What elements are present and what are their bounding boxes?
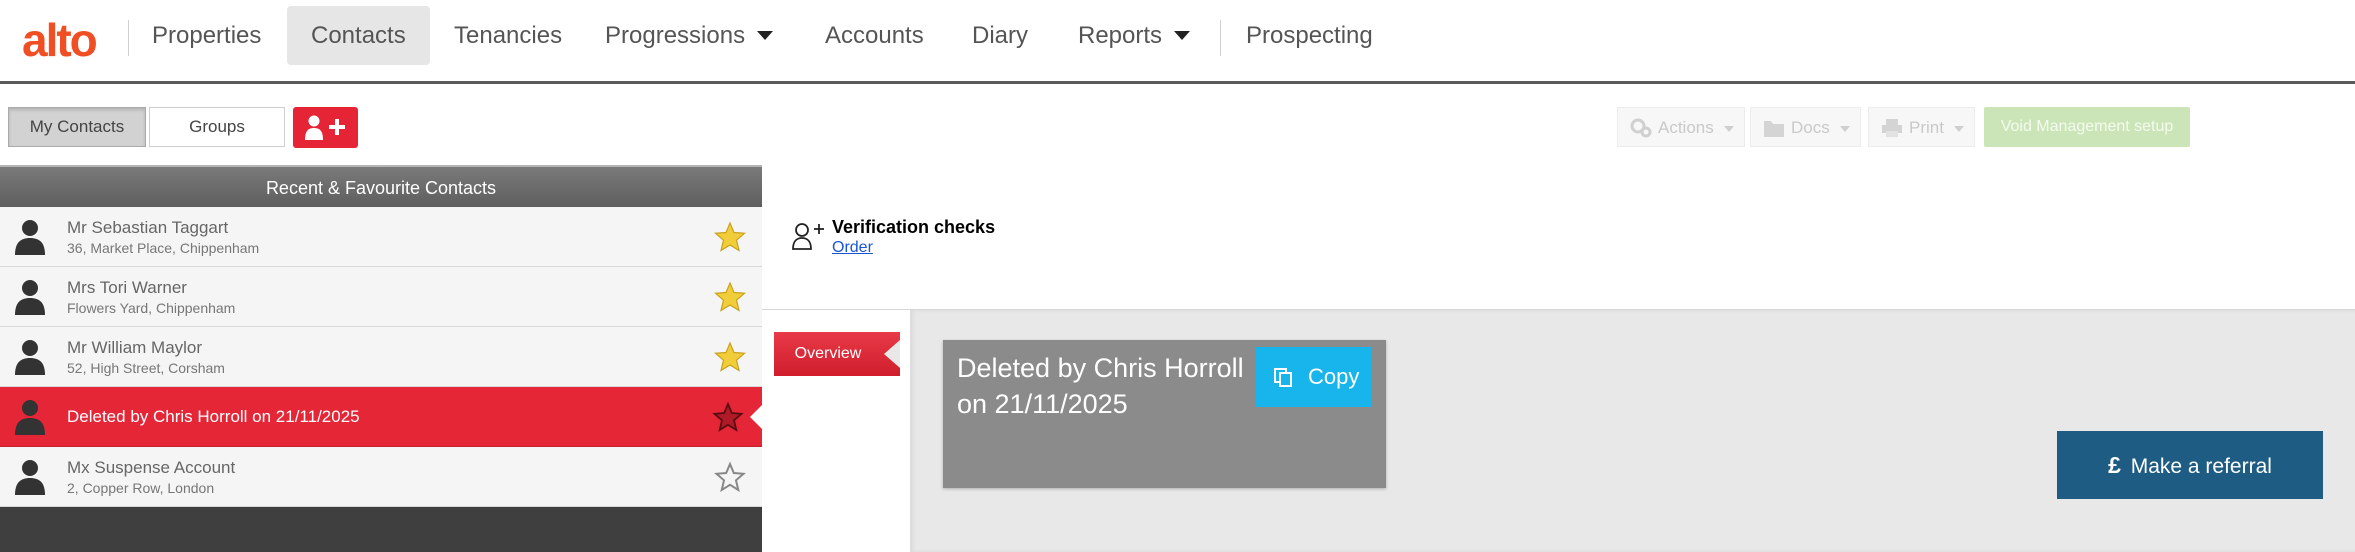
void-management-setup-button[interactable]: Void Management setup bbox=[1984, 107, 2190, 147]
caret-down-icon bbox=[1174, 30, 1191, 40]
panel-title: Recent & Favourite Contacts bbox=[0, 165, 762, 207]
star-outline-icon[interactable] bbox=[714, 461, 746, 493]
nav-item-accounts[interactable]: Accounts bbox=[801, 6, 948, 65]
contact-name: Mr William Maylor bbox=[67, 338, 203, 357]
copy-label: Copy bbox=[1308, 364, 1360, 389]
contact-name: Deleted by Chris Horroll on 21/11/2025 bbox=[67, 407, 360, 426]
add-user-icon bbox=[305, 115, 345, 140]
caret-down-icon bbox=[1953, 126, 1964, 132]
favourite-star-icon[interactable] bbox=[714, 221, 746, 253]
groups-button[interactable]: Groups bbox=[149, 107, 285, 147]
top-navigation: alto Properties Contacts Tenancies Progr… bbox=[0, 0, 2355, 84]
app-root: alto Properties Contacts Tenancies Progr… bbox=[0, 0, 2355, 552]
caret-down-icon bbox=[757, 30, 774, 40]
nav-item-contacts[interactable]: Contacts bbox=[287, 6, 430, 65]
make-referral-button[interactable]: £ Make a referral bbox=[2057, 431, 2323, 499]
nav-item-prospecting[interactable]: Prospecting bbox=[1222, 6, 1397, 65]
add-person-outline-icon bbox=[792, 223, 824, 250]
contact-row[interactable]: Mr William Maylor 52, High Street, Corsh… bbox=[0, 327, 762, 387]
person-icon bbox=[15, 280, 45, 315]
contact-name: Mr Sebastian Taggart bbox=[67, 218, 229, 237]
nav-item-label: Tenancies bbox=[454, 22, 563, 49]
nav-item-label: Properties bbox=[152, 22, 262, 49]
person-icon bbox=[15, 460, 45, 495]
docs-label: Docs bbox=[1791, 118, 1830, 137]
print-button[interactable]: Print bbox=[1868, 107, 1975, 147]
contact-name: Mx Suspense Account bbox=[67, 458, 236, 477]
overview-content: Deleted by Chris Horroll on 21/11/2025 C… bbox=[910, 310, 2355, 552]
verification-checks-section: Verification checks Order bbox=[762, 165, 2355, 310]
nav-item-reports[interactable]: Reports bbox=[1054, 6, 1214, 65]
nav-item-label: Progressions bbox=[605, 22, 746, 49]
pound-icon: £ bbox=[2108, 452, 2121, 478]
copy-icon bbox=[1274, 368, 1292, 387]
print-label: Print bbox=[1909, 118, 1944, 137]
nav-item-label: Prospecting bbox=[1246, 22, 1373, 49]
contacts-toolbar: My Contacts Groups Actions Docs Print Vo… bbox=[0, 87, 2355, 165]
add-contact-button[interactable] bbox=[293, 107, 358, 148]
caret-down-icon bbox=[1723, 126, 1734, 132]
my-contacts-button[interactable]: My Contacts bbox=[8, 107, 146, 147]
actions-label: Actions bbox=[1658, 118, 1714, 137]
gears-icon bbox=[1630, 118, 1652, 138]
nav-item-progressions[interactable]: Progressions bbox=[581, 6, 797, 65]
nav-item-label: Contacts bbox=[311, 22, 406, 49]
nav-item-diary[interactable]: Diary bbox=[948, 6, 1052, 65]
person-icon bbox=[15, 400, 45, 435]
contact-tabs: Overview bbox=[762, 310, 910, 552]
contact-row-selected[interactable]: Deleted by Chris Horroll on 21/11/2025 bbox=[0, 387, 763, 447]
contact-row[interactable]: Mrs Tori Warner Flowers Yard, Chippenham bbox=[0, 267, 762, 327]
docs-button[interactable]: Docs bbox=[1750, 107, 1861, 147]
deleted-notice: Deleted by Chris Horroll on 21/11/2025 bbox=[957, 353, 1244, 419]
folder-icon bbox=[1764, 121, 1784, 137]
nav-item-label: Reports bbox=[1078, 22, 1163, 49]
nav-item-properties[interactable]: Properties bbox=[128, 6, 285, 65]
alto-logo[interactable]: alto bbox=[22, 10, 98, 70]
deleted-contact-card: Deleted by Chris Horroll on 21/11/2025 C… bbox=[943, 340, 1386, 488]
favourite-star-icon[interactable] bbox=[714, 281, 746, 313]
order-verification-link[interactable]: Order bbox=[832, 239, 873, 257]
recent-contacts-panel: Recent & Favourite Contacts Mr Sebastian… bbox=[0, 165, 763, 552]
tab-overview[interactable]: Overview bbox=[774, 332, 900, 376]
caret-down-icon bbox=[1839, 126, 1850, 132]
person-icon bbox=[15, 220, 45, 255]
actions-button[interactable]: Actions bbox=[1617, 107, 1745, 147]
printer-icon bbox=[1882, 119, 1902, 137]
contact-address: 2, Copper Row, London bbox=[67, 480, 215, 496]
contact-address: Flowers Yard, Chippenham bbox=[67, 300, 236, 316]
copy-button[interactable]: Copy bbox=[1256, 347, 1371, 407]
contact-address: 36, Market Place, Chippenham bbox=[67, 240, 260, 256]
contact-address: 52, High Street, Corsham bbox=[67, 360, 225, 376]
contact-name: Mrs Tori Warner bbox=[67, 278, 187, 297]
person-icon bbox=[15, 340, 45, 375]
nav-item-label: Accounts bbox=[825, 22, 924, 49]
make-referral-label: Make a referral bbox=[2130, 455, 2272, 478]
nav-separator bbox=[1220, 20, 1221, 56]
nav-item-tenancies[interactable]: Tenancies bbox=[430, 6, 586, 65]
star-outline-icon[interactable] bbox=[712, 401, 744, 433]
verification-title: Verification checks bbox=[832, 217, 996, 237]
contact-row[interactable]: Mx Suspense Account 2, Copper Row, Londo… bbox=[0, 447, 762, 507]
favourite-star-icon[interactable] bbox=[714, 341, 746, 373]
contact-row[interactable]: Mr Sebastian Taggart 36, Market Place, C… bbox=[0, 207, 762, 267]
nav-item-label: Diary bbox=[972, 22, 1029, 49]
